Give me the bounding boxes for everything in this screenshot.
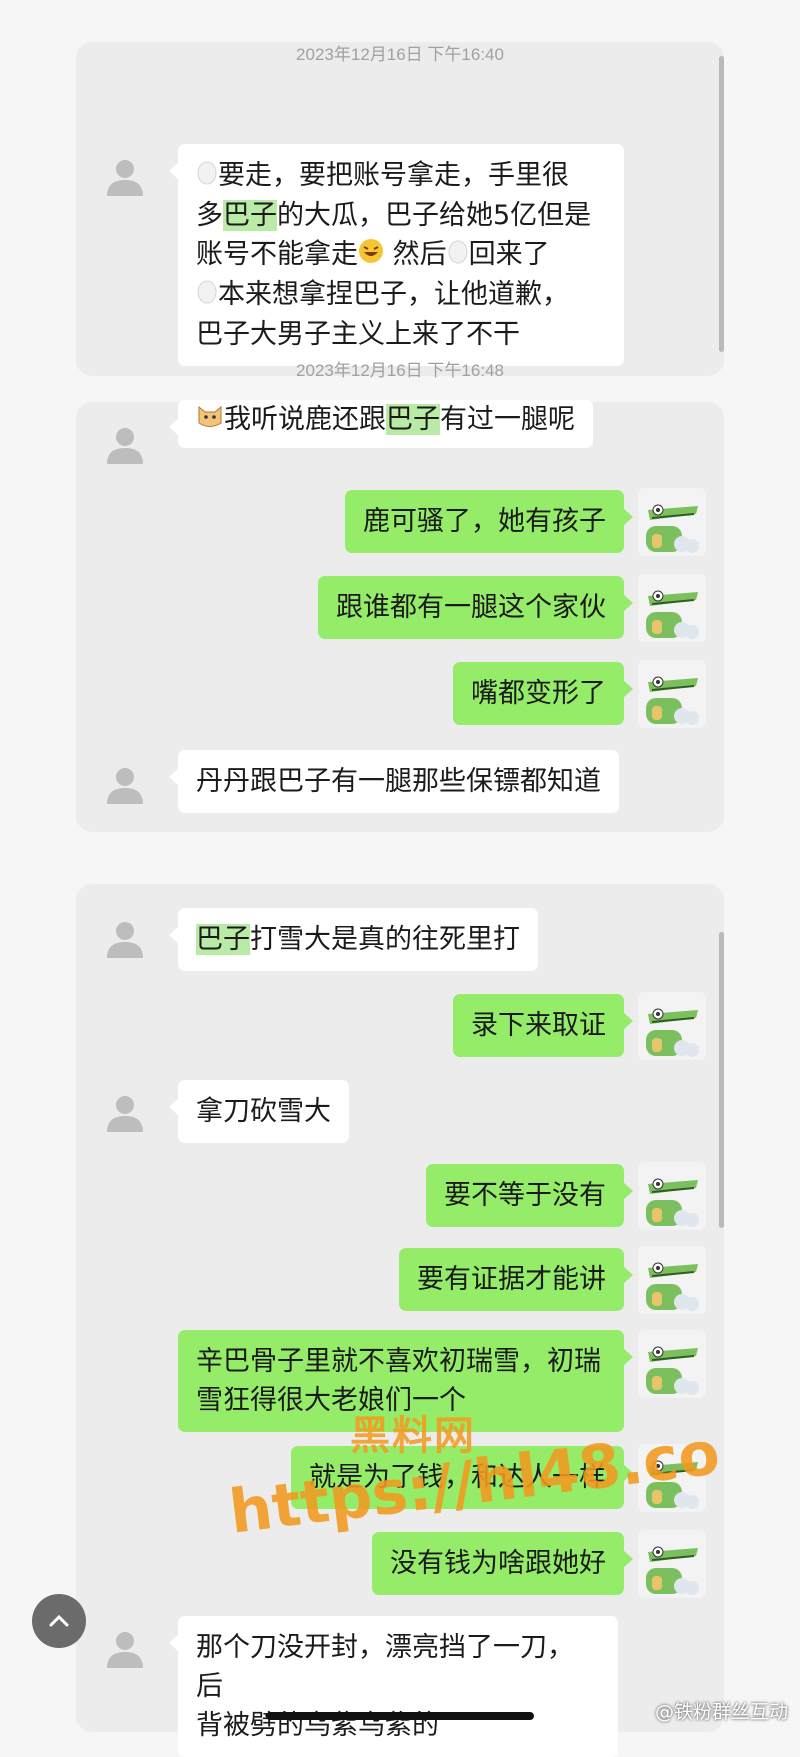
message-line: 多巴子的大瓜，巴子给她5亿但是 xyxy=(196,200,592,231)
crocodile-avatar-icon[interactable] xyxy=(638,1330,706,1398)
message-bubble[interactable]: 要有证据才能讲 xyxy=(399,1248,633,1311)
chat-screenshot-card-3: 巴子打雪大是真的往死里打 录下来取证 拿刀砍雪大 要不等于没有 要有证据才能讲 … xyxy=(76,884,724,1757)
message-bubble[interactable]: 鹿可骚了，她有孩子 xyxy=(345,490,633,553)
message-line: 要走，要把账号拿走，手里很 xyxy=(196,156,606,196)
message-bubble[interactable]: 拿刀砍雪大 xyxy=(169,1080,349,1143)
cat-emoji-icon xyxy=(196,401,224,440)
weibo-watermark: @铁粉群丝互动 xyxy=(654,1701,788,1723)
top-strip xyxy=(0,0,800,30)
chat-screenshot-card-2: 我听说鹿还跟巴子有过一腿呢 鹿可骚了，她有孩子 跟谁都有一腿这个家伙 嘴都变形了… xyxy=(76,400,724,832)
message-line: 巴子大男子主义上来了不干 xyxy=(196,319,520,350)
scrollbar[interactable] xyxy=(719,932,724,1228)
message-bubble[interactable]: 那个刀没开封，漂亮挡了一刀，后 背被劈的乌紫乌紫的 xyxy=(169,1616,618,1757)
laughing-emoji-icon xyxy=(358,236,384,275)
crocodile-avatar-icon[interactable] xyxy=(638,992,706,1060)
crocodile-avatar-icon[interactable] xyxy=(638,1530,706,1598)
scrollbar[interactable] xyxy=(719,56,724,352)
crocodile-avatar-icon[interactable] xyxy=(638,660,706,728)
person-placeholder-icon[interactable] xyxy=(104,1092,146,1134)
message-bubble[interactable]: 丹丹跟巴子有一腿那些保镖都知道 xyxy=(169,750,619,813)
message-bubble[interactable]: 跟谁都有一腿这个家伙 xyxy=(318,576,633,639)
message-bubble[interactable]: 嘴都变形了 xyxy=(453,662,633,725)
crocodile-avatar-icon[interactable] xyxy=(638,488,706,556)
message-bubble[interactable]: 没有钱为啥跟她好 xyxy=(372,1532,633,1595)
egg-emoji-icon xyxy=(196,157,218,196)
message-bubble[interactable]: 巴子打雪大是真的往死里打 xyxy=(169,908,538,971)
message-bubble[interactable]: 我听说鹿还跟巴子有过一腿呢 xyxy=(169,400,593,448)
message-bubble[interactable]: 要走，要把账号拿走，手里很 多巴子的大瓜，巴子给她5亿但是 账号不能拿走 然后回… xyxy=(169,144,624,366)
crocodile-avatar-icon[interactable] xyxy=(638,1246,706,1314)
person-placeholder-icon[interactable] xyxy=(104,764,146,806)
crocodile-avatar-icon[interactable] xyxy=(638,574,706,642)
timestamp: 2023年12月16日 下午16:48 xyxy=(296,361,504,380)
person-placeholder-icon[interactable] xyxy=(104,424,146,466)
person-placeholder-icon[interactable] xyxy=(104,156,146,198)
message-line: 账号不能拿走 然后 回来了 xyxy=(196,235,606,275)
person-placeholder-icon[interactable] xyxy=(104,918,146,960)
person-placeholder-icon[interactable] xyxy=(104,1628,146,1670)
scroll-to-top-button[interactable] xyxy=(32,1594,86,1648)
crocodile-avatar-icon[interactable] xyxy=(638,1162,706,1230)
chevron-up-icon xyxy=(49,1614,69,1627)
egg-emoji-icon xyxy=(196,276,218,315)
home-indicator[interactable] xyxy=(266,1712,534,1720)
message-line: 本来想拿捏巴子，让他道歉， xyxy=(196,275,606,315)
egg-emoji-icon xyxy=(447,236,469,275)
chat-screenshot-card-1: 2023年12月16日 下午16:40 要走，要把账号拿走，手里很 多巴子的大瓜… xyxy=(76,42,724,380)
message-bubble[interactable]: 录下来取证 xyxy=(453,994,633,1057)
message-bubble[interactable]: 要不等于没有 xyxy=(426,1164,633,1227)
timestamp: 2023年12月16日 下午16:40 xyxy=(296,45,504,64)
